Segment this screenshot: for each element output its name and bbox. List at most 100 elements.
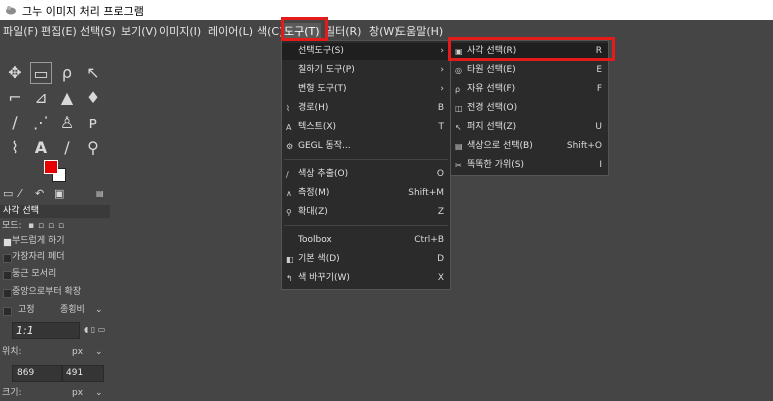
gegl-icon: ⚙	[286, 142, 294, 151]
menu-item-gegl[interactable]: ⚙ GEGL 동작...	[282, 138, 450, 155]
rounded-corners-checkbox[interactable]	[3, 271, 12, 280]
menu-item-swap-colors[interactable]: ↰ 색 바꾸기(W) X	[282, 270, 450, 287]
selection-tools-submenu: ▣ 사각 선택(R) R ◎ 타원 선택(E) E ρ 자유 선택(F) F ◫…	[450, 40, 609, 176]
mode-label: 모드:	[2, 221, 22, 231]
smudge-tool-icon[interactable]: ᴘ	[82, 112, 104, 134]
menu-item-paint-tools[interactable]: 칠하기 도구(P) ›	[282, 62, 450, 79]
rounded-corners-option[interactable]: 둥근 모서리	[0, 267, 110, 282]
title-bar: 그누 이미지 처리 프로그램	[0, 0, 773, 20]
path-icon: ⌇	[286, 104, 290, 113]
chevron-down-icon[interactable]: ⌄	[95, 345, 103, 360]
zoom-tool-icon[interactable]: ⚲	[82, 137, 104, 159]
text-tool-icon[interactable]: A	[30, 137, 52, 159]
fixed-row: 고정 종횡비 ⌄	[0, 303, 110, 318]
aspect-icons[interactable]: ◖ ▯ ▭	[84, 325, 105, 334]
menu-select[interactable]: 선택(S)	[80, 23, 116, 39]
menu-filters[interactable]: 필터(R)	[325, 23, 361, 39]
warp-tool-icon[interactable]: ▲	[56, 87, 78, 109]
fixed-checkbox[interactable]	[3, 307, 12, 316]
menu-image[interactable]: 이미지(I)	[159, 23, 201, 39]
menu-item-color-picker[interactable]: ∕ 색상 추출(O) O	[282, 166, 450, 183]
mode-subtract-icon[interactable]: ▫	[48, 219, 54, 234]
rect-select-tool-icon[interactable]: ▭	[30, 62, 52, 84]
foreground-color-swatch[interactable]	[44, 160, 58, 174]
mode-intersect-icon[interactable]: ▫	[58, 219, 64, 234]
menu-item-text[interactable]: A 텍스트(X) T	[282, 119, 450, 136]
size-unit-select[interactable]: px	[72, 386, 83, 401]
foreground-select-icon: ◫	[455, 104, 463, 113]
menu-windows[interactable]: 창(W)	[369, 23, 399, 39]
position-x-input[interactable]: 869	[12, 365, 62, 382]
menu-item-selection-tools[interactable]: 선택도구(S) ›	[282, 43, 450, 60]
fuzzy-select-tool-icon[interactable]: ↖	[82, 62, 104, 84]
chevron-right-icon: ›	[440, 46, 444, 56]
feather-option[interactable]: 가장자리 페더	[0, 250, 110, 265]
menu-color[interactable]: 색(C)	[257, 23, 283, 39]
antialias-option[interactable]: 부드럽게 하기	[0, 234, 110, 249]
eraser-tool-icon[interactable]: ⋰	[30, 112, 52, 134]
bucket-fill-tool-icon[interactable]: ♦	[82, 87, 104, 109]
position-y-input[interactable]: 491	[62, 365, 104, 382]
size-row: 크기: px ⌄	[0, 386, 110, 401]
dock-menu-icon[interactable]: ▤	[96, 188, 110, 200]
menu-item-measure[interactable]: ∧ 측정(M) Shift+M	[282, 185, 450, 202]
menu-item-select-by-color[interactable]: ▤ 색상으로 선택(B) Shift+O	[451, 138, 608, 155]
mode-replace-icon[interactable]: ▪	[28, 219, 34, 234]
menu-item-toolbox[interactable]: Toolbox Ctrl+B	[282, 232, 450, 249]
menu-item-free-select[interactable]: ρ 자유 선택(F) F	[451, 81, 608, 98]
chevron-down-icon[interactable]: ⌄	[95, 386, 103, 401]
mode-row: 모드: ▪ ▫ ▫ ▫	[0, 219, 110, 234]
move-tool-icon[interactable]: ✥	[4, 62, 26, 84]
free-select-icon: ρ	[455, 85, 461, 94]
tool-options-tab-icon[interactable]: ▭	[3, 188, 17, 200]
antialias-checkbox[interactable]	[3, 238, 12, 247]
menu-layer[interactable]: 레이어(L)	[208, 23, 253, 39]
menu-item-ellipse-select[interactable]: ◎ 타원 선택(E) E	[451, 62, 608, 79]
tool-options-title: 사각 선택	[0, 205, 110, 218]
menu-file[interactable]: 파일(F)	[3, 23, 38, 39]
menu-bar: 파일(F) 편집(E) 선택(S) 보기(V) 이미지(I) 레이어(L) 색(…	[0, 20, 773, 40]
menu-item-default-colors[interactable]: ◧ 기본 색(D) D	[282, 251, 450, 268]
menu-item-foreground-select[interactable]: ◫ 전경 선택(O)	[451, 100, 608, 117]
menu-item-paths[interactable]: ⌇ 경로(H) B	[282, 100, 450, 117]
position-unit-select[interactable]: px	[72, 345, 83, 360]
ellipse-select-icon: ◎	[455, 66, 462, 75]
aspect-ratio-field[interactable]: 1:1	[12, 322, 80, 339]
menu-help[interactable]: 도움말(H)	[396, 23, 443, 39]
fixed-mode-select[interactable]: 종횡비	[60, 303, 85, 318]
measure-icon: ∧	[286, 189, 292, 198]
menu-separator	[284, 225, 448, 226]
transform-tool-icon[interactable]: ⊿	[30, 87, 52, 109]
chevron-down-icon[interactable]: ⌄	[95, 303, 103, 318]
menu-item-zoom[interactable]: ⚲ 확대(Z) Z	[282, 204, 450, 221]
gimp-logo-icon	[6, 6, 16, 15]
menu-edit[interactable]: 편집(E)	[41, 23, 77, 39]
images-tab-icon[interactable]: ▣	[54, 188, 68, 200]
menu-item-transform-tools[interactable]: 변형 도구(T) ›	[282, 81, 450, 98]
mode-add-icon[interactable]: ▫	[38, 219, 44, 234]
menu-item-fuzzy-select[interactable]: ↖ 퍼지 선택(Z) U	[451, 119, 608, 136]
device-status-tab-icon[interactable]: ⁄	[19, 188, 33, 200]
select-by-color-icon: ▤	[455, 142, 463, 151]
menu-item-rect-select[interactable]: ▣ 사각 선택(R) R	[451, 43, 608, 60]
text-icon: A	[286, 123, 292, 132]
paintbrush-tool-icon[interactable]: ∕	[4, 112, 26, 134]
chevron-right-icon: ›	[440, 65, 444, 75]
undo-history-tab-icon[interactable]: ↶	[35, 188, 49, 200]
fuzzy-select-icon: ↖	[455, 123, 462, 132]
menu-tools[interactable]: 도구(T)	[283, 23, 321, 39]
feather-checkbox[interactable]	[3, 254, 12, 263]
expand-center-option[interactable]: 중앙으로부터 확장	[0, 285, 110, 300]
lasso-tool-icon[interactable]: ρ	[56, 62, 78, 84]
rect-select-icon: ▣	[455, 47, 463, 56]
menu-item-intelligent-scissors[interactable]: ✂ 똑똑한 가위(S) I	[451, 157, 608, 174]
expand-center-checkbox[interactable]	[3, 289, 12, 298]
color-picker-tool-icon[interactable]: ∕	[56, 137, 78, 159]
crop-tool-icon[interactable]: ⌐	[4, 87, 26, 109]
clone-tool-icon[interactable]: ♙	[56, 112, 78, 134]
position-row: 위치: px ⌄	[0, 345, 110, 360]
menu-view[interactable]: 보기(V)	[121, 23, 157, 39]
path-tool-icon[interactable]: ⌇	[4, 137, 26, 159]
scissors-icon: ✂	[455, 161, 462, 170]
dock-tabs: ▭ ⁄ ↶ ▣ ▤	[0, 186, 115, 204]
